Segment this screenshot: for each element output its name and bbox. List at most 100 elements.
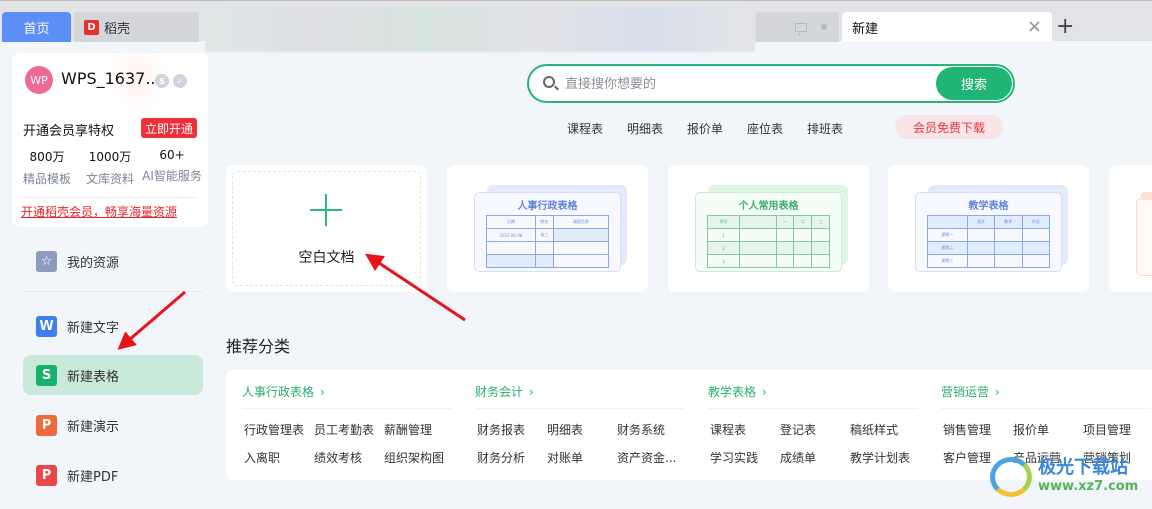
category-item[interactable]: 课程表	[710, 421, 746, 438]
username[interactable]: WPS_1637...	[61, 69, 161, 88]
category-item[interactable]: 稿纸样式	[850, 421, 898, 438]
category-link[interactable]: 财务会计 ›	[475, 383, 534, 400]
divider	[242, 408, 452, 409]
blank-document-card[interactable]: 空白文档	[226, 165, 427, 292]
category-item[interactable]: 成绩单	[780, 449, 816, 466]
search-icon	[543, 76, 555, 88]
divider	[941, 408, 1151, 409]
daoke-logo-icon: D	[84, 19, 99, 35]
category-link[interactable]: 营销运营 ›	[941, 383, 1000, 400]
quick-link[interactable]: 报价单	[687, 120, 723, 137]
daoke-badge-icon: ✓	[173, 74, 187, 88]
category-link[interactable]: 人事行政表格 ›	[242, 383, 325, 400]
tab-home[interactable]: 首页	[2, 12, 71, 42]
search-input[interactable]	[565, 73, 925, 95]
blank-card-border	[232, 171, 421, 286]
category-item[interactable]: 对账单	[547, 449, 583, 466]
category-item[interactable]: 员工考勤表	[314, 421, 374, 438]
avatar[interactable]: WP	[25, 66, 53, 94]
plus-icon	[310, 194, 342, 226]
category-item[interactable]: 教学计划表	[850, 449, 910, 466]
category-item[interactable]: 行政管理表	[244, 421, 304, 438]
chevron-right-icon: ›	[320, 385, 325, 399]
category-item[interactable]: 销售管理	[943, 421, 991, 438]
template-card[interactable]: 个人常用表格 序号一二三 1 2 3	[668, 165, 869, 292]
pdf-icon: P	[36, 464, 57, 486]
category-item[interactable]: 明细表	[547, 421, 583, 438]
sidebar-item-my-resources[interactable]: ☆ 我的资源	[23, 241, 203, 281]
category-item[interactable]: 客户管理	[943, 449, 991, 466]
sidebar-item-new-presentation[interactable]: P 新建演示	[23, 405, 203, 445]
quick-link[interactable]: 座位表	[747, 120, 783, 137]
tab-daoke[interactable]: D 稻壳	[74, 12, 199, 42]
dot-icon	[821, 24, 827, 30]
sidebar-item-label: 新建文字	[67, 320, 120, 336]
divider	[23, 197, 197, 198]
category-item[interactable]: 学习实践	[710, 449, 758, 466]
vip-free-download-button[interactable]: 会员免费下载	[895, 115, 1003, 139]
category-item[interactable]: 项目管理	[1083, 421, 1131, 438]
category-item[interactable]: 财务分析	[477, 449, 525, 466]
search-button[interactable]: 搜索	[936, 67, 1012, 100]
stat-value: 800万	[29, 150, 65, 164]
star-icon: ☆	[36, 250, 57, 272]
thumbnail-title: 教学表格	[968, 201, 1009, 212]
sidebar-item-new-pdf[interactable]: P 新建PDF	[23, 455, 203, 495]
category-item[interactable]: 薪酬管理	[384, 421, 432, 438]
blank-document-label: 空白文档	[298, 250, 355, 266]
template-thumbnail: 个人常用表格 序号一二三 1 2 3	[695, 192, 842, 272]
template-thumbnail: 人事行政表格 日期 姓名 请假信息 2022.06.08 张三	[474, 192, 621, 272]
category-item[interactable]: 财务报表	[477, 421, 525, 438]
stat-label: 文库资料	[85, 172, 134, 186]
watermark-logo-icon	[990, 457, 1032, 497]
chevron-right-icon: ›	[529, 385, 534, 399]
blurred-tabs-region	[205, 7, 755, 52]
watermark: 极光下载站 www.xz7.com	[990, 447, 1150, 507]
category-item[interactable]: 财务系统	[617, 421, 665, 438]
presentation-icon: P	[36, 414, 57, 436]
search-box: 搜索	[527, 64, 1015, 103]
stat-library: 1000万 文库资料	[80, 148, 140, 187]
tab-daoke-label: 稻壳	[104, 21, 131, 37]
sidebar-item-new-writer[interactable]: W 新建文字	[23, 306, 203, 346]
sidebar-divider	[23, 291, 203, 292]
vip-text: 开通会员享特权	[23, 124, 115, 139]
tab-hidden[interactable]	[755, 12, 839, 42]
category-link[interactable]: 教学表格 ›	[708, 383, 767, 400]
tab-new[interactable]: 新建 ×	[842, 12, 1052, 42]
sidebar-item-label: 新建演示	[67, 419, 120, 435]
sidebar-item-label: 新建表格	[67, 369, 120, 385]
category-item[interactable]: 报价单	[1013, 421, 1049, 438]
category-item[interactable]: 组织架构图	[384, 449, 444, 466]
quick-link[interactable]: 排班表	[807, 120, 843, 137]
activate-vip-button[interactable]: 立即开通	[141, 118, 197, 138]
thumbnail-title: 个人常用表格	[738, 201, 799, 212]
monitor-icon	[795, 22, 807, 36]
category-item[interactable]: 入离职	[244, 449, 280, 466]
promo-link[interactable]: 开通稻壳会员，畅享海量资源	[21, 203, 177, 220]
sidebar-item-new-spreadsheet[interactable]: S 新建表格	[23, 355, 203, 395]
category-item[interactable]: 登记表	[780, 421, 816, 438]
chevron-right-icon: ›	[762, 385, 767, 399]
category-item[interactable]: 绩效考核	[314, 449, 362, 466]
template-thumbnail	[1136, 198, 1152, 276]
thumbnail-title: 人事行政表格	[517, 201, 578, 212]
template-card[interactable]: 教学表格 语文 数学 外语 星期一 星期二 星期三	[888, 165, 1089, 292]
sidebar-item-label: 我的资源	[67, 255, 120, 271]
s-badge-icon: S	[155, 74, 169, 88]
spreadsheet-icon: S	[36, 364, 57, 386]
sidebar-item-label: 新建PDF	[67, 469, 119, 485]
stat-value: 1000万	[88, 150, 132, 164]
quick-link[interactable]: 明细表	[627, 120, 663, 137]
close-icon[interactable]: ×	[1027, 18, 1042, 36]
template-card[interactable]: 人事行政表格 日期 姓名 请假信息 2022.06.08 张三	[447, 165, 648, 292]
stat-ai: 60+ AI智能服务	[142, 148, 202, 184]
divider	[475, 408, 685, 409]
add-tab-button[interactable]: +	[1056, 15, 1074, 39]
tab-new-label: 新建	[852, 21, 879, 37]
quick-link[interactable]: 课程表	[567, 120, 603, 137]
chevron-right-icon: ›	[995, 385, 1000, 399]
member-card: WP WPS_1637... S ✓ 开通会员享特权 立即开通 800万 精品模…	[12, 53, 208, 227]
category-item[interactable]: 资产资金...	[617, 449, 676, 466]
template-card-partial[interactable]	[1109, 165, 1152, 292]
